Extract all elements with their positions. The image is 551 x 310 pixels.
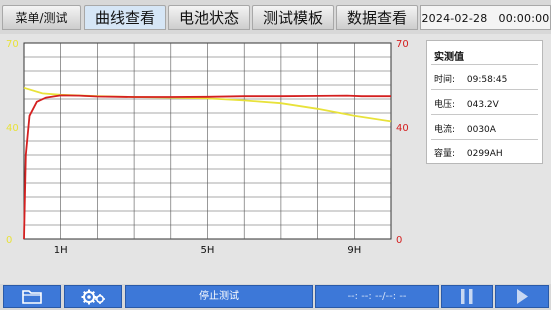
tab-data-view[interactable]: 数据查看 (336, 5, 418, 30)
tab-test-template[interactable]: 测试模板 (252, 5, 334, 30)
curve-chart: 70 40 0 70 40 0 1H 5H 9H (0, 34, 420, 264)
right-axis-tick: 70 (396, 39, 409, 50)
right-axis-tick: 0 (396, 235, 402, 246)
readings-panel: 实测值 时间: 09:58:45 电压: 043.2V 电流: 0030A 容量… (426, 40, 543, 164)
time-text: 00:00:00 (498, 12, 550, 25)
divider (431, 114, 538, 115)
stop-test-button[interactable]: 停止测试 (125, 285, 313, 308)
pause-icon (461, 289, 473, 304)
time-row: 时间: 09:58:45 (434, 72, 507, 85)
play-icon (517, 289, 528, 304)
x-axis-tick: 9H (347, 245, 361, 256)
left-axis-tick: 70 (6, 39, 19, 50)
tab-battery-status[interactable]: 电池状态 (168, 5, 250, 30)
open-folder-button[interactable] (3, 285, 61, 308)
current-label: 电流: (434, 125, 456, 135)
voltage-value: 043.2V (466, 100, 499, 110)
x-axis-tick: 1H (54, 245, 68, 256)
curve-chart-svg: 70 40 0 70 40 0 1H 5H 9H (6, 39, 409, 256)
gears-icon (81, 289, 105, 305)
top-tab-bar: 菜单/测试 曲线查看 电池状态 测试模板 数据查看 2024-02-28 00:… (0, 0, 551, 34)
voltage-label: 电压: (434, 100, 456, 110)
play-button[interactable] (495, 285, 549, 308)
x-axis-tick: 5H (201, 245, 215, 256)
left-axis-tick: 0 (6, 235, 12, 246)
right-axis-tick: 40 (396, 123, 409, 134)
datetime-display: 2024-02-28 00:00:00 (420, 5, 551, 30)
divider (431, 139, 538, 140)
current-row: 电流: 0030A (434, 122, 496, 135)
capacity-row: 容量: 0299AH (434, 146, 503, 159)
divider (431, 64, 538, 65)
time-label: 时间: (434, 75, 456, 85)
timer-display: --: --: --/--: -- (315, 285, 439, 308)
tab-menu-test[interactable]: 菜单/测试 (2, 5, 81, 30)
tab-curve-view[interactable]: 曲线查看 (84, 5, 166, 30)
divider (431, 89, 538, 90)
left-axis-tick: 40 (6, 123, 19, 134)
capacity-value: 0299AH (466, 149, 503, 159)
bottom-toolbar: 停止测试 --: --: --/--: -- (0, 284, 551, 310)
pause-button[interactable] (441, 285, 493, 308)
settings-button[interactable] (64, 285, 122, 308)
current-value: 0030A (466, 125, 496, 135)
date-text: 2024-02-28 (421, 12, 488, 25)
time-value: 09:58:45 (466, 75, 508, 85)
folder-icon (22, 290, 42, 304)
capacity-label: 容量: (434, 149, 456, 159)
voltage-row: 电压: 043.2V (434, 97, 499, 110)
readings-title: 实测值 (434, 52, 464, 63)
